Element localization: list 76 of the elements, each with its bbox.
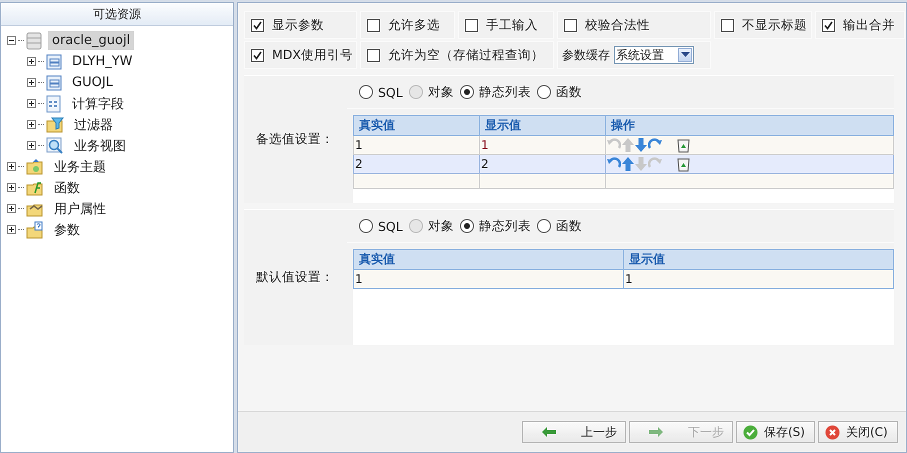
database-icon [26, 32, 42, 50]
expand-icon[interactable] [7, 162, 16, 171]
expand-icon[interactable] [27, 57, 36, 66]
tree-item[interactable]: 用户属性 [50, 198, 110, 220]
checkbox[interactable] [367, 48, 380, 62]
option-checkbox[interactable]: 校验合法性 [557, 11, 711, 39]
checkbox[interactable] [564, 18, 577, 32]
expand-icon[interactable] [27, 99, 36, 108]
source-radio[interactable]: SQL [359, 218, 403, 234]
magnifier-icon [46, 136, 64, 154]
option-checkbox[interactable]: 显示参数 [244, 11, 357, 39]
expand-icon[interactable] [27, 78, 36, 87]
tree-item[interactable]: 参数 [50, 218, 84, 240]
question-folder-icon [26, 220, 44, 238]
checkbox[interactable] [465, 18, 478, 32]
cache-dropdown[interactable]: 系统设置 [614, 46, 694, 64]
source-radio[interactable]: SQL [359, 84, 403, 100]
trash-icon[interactable] [677, 156, 690, 172]
table-cell: 1 [624, 270, 894, 288]
collapse-icon[interactable] [7, 36, 16, 45]
option-checkbox[interactable]: 不显示标题 [714, 11, 812, 39]
tree-item[interactable]: GUOJL [68, 73, 117, 92]
checkbox[interactable] [251, 18, 264, 32]
column-header: 真实值 [354, 250, 624, 270]
function-folder-icon [26, 180, 44, 196]
table-cell: 2 [480, 154, 606, 174]
back-arrow-icon [541, 425, 557, 439]
calculator-icon [46, 94, 62, 112]
expand-icon[interactable] [27, 141, 36, 150]
tree-item[interactable]: 计算字段 [68, 92, 128, 114]
source-radio[interactable]: 函数 [536, 218, 582, 234]
arrow-up-icon[interactable] [622, 157, 634, 172]
table-icon [46, 54, 62, 70]
tree-item[interactable]: 业务视图 [70, 134, 130, 156]
wizard-button[interactable]: 保存(S) [736, 421, 815, 443]
expand-icon[interactable] [7, 183, 16, 192]
checkbox[interactable] [822, 18, 835, 32]
column-header: 真实值 [354, 116, 480, 136]
forward-arrow-icon [648, 425, 664, 439]
wizard-button[interactable]: 上一步 [522, 421, 626, 443]
tree-item[interactable]: DLYH_YW [68, 52, 137, 71]
option-checkbox[interactable]: 允许多选 [360, 11, 455, 39]
expand-icon[interactable] [27, 120, 36, 129]
checkbox[interactable] [251, 48, 264, 62]
option-checkbox[interactable]: 允许为空（存储过程查询） [360, 41, 554, 69]
cache-label: 参数缓存 [562, 46, 610, 64]
tree-item[interactable]: 过滤器 [70, 114, 117, 136]
column-header: 操作 [606, 116, 894, 136]
arrow-down-icon[interactable] [635, 138, 647, 152]
table-icon [46, 74, 62, 90]
folder-icon [26, 158, 44, 175]
source-radio[interactable]: 静态列表 [460, 218, 531, 234]
checkbox[interactable] [721, 18, 734, 32]
column-header: 显示值 [480, 116, 606, 136]
tree-item[interactable]: oracle_guojl [48, 31, 134, 50]
check-circle-icon [743, 424, 758, 440]
table-cell: 1 [354, 136, 480, 154]
column-header: 显示值 [624, 250, 894, 270]
table-cell: 2 [354, 154, 480, 174]
expand-icon[interactable] [7, 225, 16, 234]
wizard-button[interactable]: 关闭(C) [818, 421, 898, 443]
source-radio[interactable]: 函数 [536, 84, 582, 100]
expand-icon[interactable] [7, 204, 16, 213]
close-icon [825, 424, 840, 440]
checkbox[interactable] [367, 18, 380, 32]
panel-title: 可选资源 [1, 3, 233, 26]
tree-item[interactable]: 函数 [50, 176, 84, 198]
option-checkbox[interactable]: 手工输入 [458, 11, 554, 39]
trash-icon[interactable] [677, 138, 690, 153]
table-cell: 1 [354, 270, 624, 288]
option-checkbox[interactable]: 输出合并 [815, 11, 905, 39]
option-checkbox[interactable]: MDX使用引号 [244, 41, 357, 69]
funnel-folder-icon [46, 116, 64, 132]
table-cell: 1 [480, 136, 606, 154]
tree-item[interactable]: 业务主题 [50, 156, 110, 178]
source-radio[interactable]: 静态列表 [460, 84, 531, 100]
